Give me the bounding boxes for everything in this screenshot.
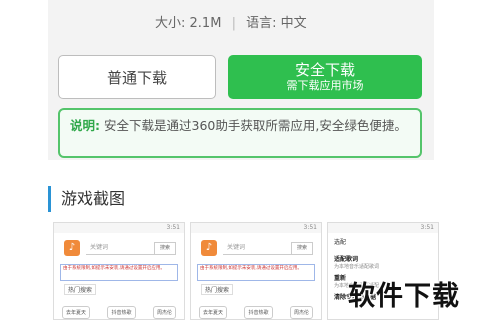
download-note: 说明: 安全下载是通过360助手获取所需应用,安全绿色便捷。 bbox=[58, 108, 422, 158]
status-bar: 3:51 bbox=[328, 223, 438, 233]
tag-list: 去年夏天 抖音热歌 周杰伦 bbox=[62, 306, 176, 319]
tag: 抖音热歌 bbox=[107, 306, 136, 319]
safe-download-title: 安全下载 bbox=[294, 61, 355, 79]
screenshot-1[interactable]: 3:51 ♪ 关键词 搜索 由于系统限制,如提示未安装,请通过设置开启应用。 热… bbox=[53, 222, 185, 320]
hot-search-label: 热门搜索 bbox=[201, 284, 234, 295]
language-label: 语言: bbox=[246, 16, 277, 31]
screenshot-2[interactable]: 3:51 ♪ 关键词 搜索 由于系统限制,如提示未安装,请通过设置开启应用。 热… bbox=[190, 222, 322, 320]
settings-item: 适配歌词 为本地音乐适配歌词 bbox=[334, 254, 432, 270]
section-title: 游戏截图 bbox=[48, 186, 125, 212]
normal-download-label: 普通下载 bbox=[106, 68, 167, 87]
warning-text: 由于系统限制,如提示未安装,请通过设置开启应用。 bbox=[197, 264, 315, 281]
size-value: 2.1M bbox=[189, 16, 222, 31]
tag: 去年夏天 bbox=[62, 306, 91, 319]
settings-item-sub: 为本地音乐适配歌词 bbox=[334, 264, 380, 270]
normal-download-button[interactable]: 普通下载 bbox=[58, 55, 216, 99]
meta-separator: | bbox=[231, 16, 236, 31]
safe-download-button[interactable]: 安全下载 需下载应用市场 bbox=[228, 55, 422, 99]
music-note-icon: ♪ bbox=[64, 240, 80, 256]
watermark-text: 软件下载 bbox=[348, 281, 460, 312]
note-text: 安全下载是通过360助手获取所需应用,安全绿色便捷。 bbox=[103, 118, 407, 133]
search-row: ♪ 关键词 搜索 bbox=[197, 240, 315, 258]
status-bar: 3:51 bbox=[191, 223, 321, 233]
search-button: 搜索 bbox=[291, 242, 313, 255]
app-meta: 大小: 2.1M | 语言: 中文 bbox=[155, 12, 307, 31]
tag: 周杰伦 bbox=[289, 306, 313, 319]
tag: 去年夏天 bbox=[199, 306, 228, 319]
search-button: 搜索 bbox=[154, 242, 176, 255]
search-row: ♪ 关键词 搜索 bbox=[60, 240, 178, 258]
tag: 抖音热歌 bbox=[244, 306, 273, 319]
size-label: 大小: bbox=[155, 16, 186, 31]
search-input: 关键词 bbox=[86, 242, 156, 255]
search-input: 关键词 bbox=[223, 242, 293, 255]
status-bar: 3:51 bbox=[54, 223, 184, 233]
tag: 周杰伦 bbox=[152, 306, 176, 319]
settings-header: 选配 bbox=[334, 239, 347, 246]
music-note-icon: ♪ bbox=[201, 240, 217, 256]
language-value: 中文 bbox=[280, 16, 307, 31]
settings-item-title: 适配歌词 bbox=[334, 256, 359, 263]
tag-list: 去年夏天 抖音热歌 周杰伦 bbox=[199, 306, 313, 319]
warning-text: 由于系统限制,如提示未安装,请通过设置开启应用。 bbox=[60, 264, 178, 281]
note-key: 说明: bbox=[70, 118, 100, 133]
hot-search-label: 热门搜索 bbox=[64, 284, 97, 295]
safe-download-subtitle: 需下载应用市场 bbox=[286, 79, 364, 92]
